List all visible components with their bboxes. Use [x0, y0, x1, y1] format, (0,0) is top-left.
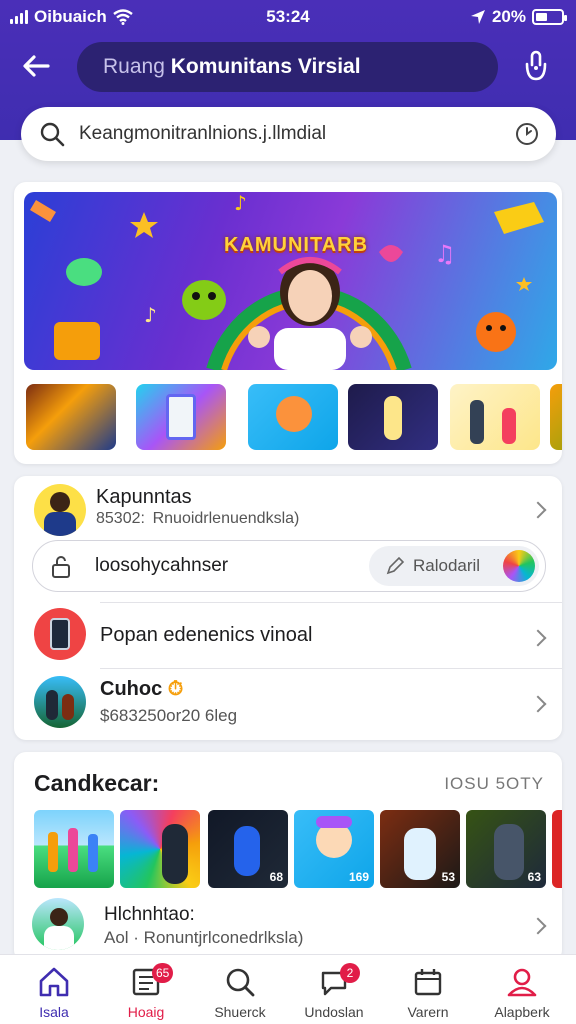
nav-item-home[interactable]: Isala [6, 955, 102, 1024]
nav-label: Undoslan [304, 1004, 364, 1020]
nav-item-search[interactable]: Shuerck [192, 955, 288, 1024]
recommendation-thumbnails: 68 169 53 63 [34, 810, 562, 888]
bottom-navigation: Isala 65 Hoaig Shuerck 2 Undoslan Varern… [0, 954, 576, 1024]
recommendation-thumb[interactable]: 68 [208, 810, 288, 888]
featured-thumb[interactable] [550, 384, 562, 450]
nav-item-feed[interactable]: 65 Hoaig [98, 955, 194, 1024]
chevron-right-icon [529, 501, 547, 519]
divider [100, 602, 562, 603]
divider [100, 668, 562, 669]
banner-illustration: ♪ ♫ ♪ [30, 192, 544, 370]
avatar [34, 676, 86, 728]
notification-badge: 2 [340, 963, 360, 983]
featured-thumb[interactable] [248, 384, 338, 450]
community-row[interactable]: Kapunntas 85302: Rnuoidrlenuendksla) [14, 476, 562, 538]
recommendation-thumb[interactable]: 169 [294, 810, 374, 888]
community-row[interactable]: Popan edenenics vinoal [14, 604, 562, 668]
svg-text:♪: ♪ [234, 192, 247, 215]
search-input[interactable]: Keangmonitranlnions.j.llmdial [79, 123, 326, 145]
featured-thumb[interactable] [26, 384, 116, 450]
chevron-right-icon [529, 629, 547, 647]
location-arrow-icon [470, 10, 485, 24]
recommendations-title: Candkecar: [34, 770, 160, 796]
recommendation-row-title: Hlchnhtao: [104, 904, 195, 925]
community-row-title-text: Cuhoc [100, 678, 163, 700]
featured-thumb[interactable] [450, 384, 540, 450]
touch-icon[interactable] [518, 48, 554, 84]
recommendation-thumb[interactable] [34, 810, 114, 888]
status-bar: Oibuaich 53:24 20% [0, 0, 576, 34]
chevron-right-icon [529, 917, 547, 935]
recommendation-row-subtitle: Aol · Ronuntjrlconedrlksla) [104, 928, 304, 947]
featured-thumb[interactable] [348, 384, 438, 450]
search-bar[interactable]: Keangmonitranlnions.j.llmdial [21, 107, 556, 161]
thumb-count: 53 [441, 870, 455, 884]
featured-banner[interactable]: ♪ ♫ ♪ KAMUNITARB [24, 192, 557, 370]
recommendation-thumb[interactable]: 63 [466, 810, 546, 888]
radio-button-label: Ralodaril [413, 556, 481, 575]
status-right: 20% [470, 7, 567, 27]
battery-percent: 20% [491, 7, 526, 26]
battery-icon [532, 9, 567, 25]
lock-icon [52, 556, 70, 578]
search-icon [40, 122, 65, 147]
nav-item-profile[interactable]: Alapberk [474, 955, 570, 1024]
pen-icon [386, 556, 405, 575]
recommendations-more-link[interactable]: IOSU 5OTY [444, 774, 544, 794]
recommendation-thumb[interactable] [552, 810, 562, 888]
search-icon [226, 968, 255, 997]
timer-icon: ⏱ [167, 678, 184, 700]
avatar [34, 608, 86, 660]
nav-label: Shuerck [214, 1004, 266, 1020]
featured-card: ♪ ♫ ♪ KAMUNITARB [14, 182, 562, 464]
nav-label: Alapberk [494, 1004, 550, 1020]
home-icon [39, 967, 69, 997]
history-icon[interactable] [514, 121, 540, 147]
notification-badge: 65 [152, 963, 174, 983]
featured-thumbnails [26, 384, 562, 450]
nav-item-events[interactable]: Varern [380, 955, 476, 1024]
featured-thumb[interactable] [136, 384, 226, 450]
community-row-title: Cuhoc ⏱ [100, 678, 183, 701]
community-input-value[interactable]: loosohycahnser [95, 555, 228, 577]
radio-button[interactable]: Ralodaril [369, 546, 539, 586]
thumb-count: 169 [348, 870, 369, 884]
avatar [34, 484, 86, 536]
svg-text:♫: ♫ [434, 240, 456, 268]
community-row-title: Popan edenenics vinoal [100, 624, 313, 646]
recommendation-thumb[interactable]: 53 [380, 810, 460, 888]
nav-label: Varern [407, 1004, 449, 1020]
recommendation-thumb[interactable] [120, 810, 200, 888]
community-row-title: Kapunntas [96, 486, 192, 508]
community-row-subtitle: 85302: Rnuoidrlenuendksla) [96, 510, 300, 527]
nav-label: Isala [39, 1004, 69, 1020]
back-arrow-icon[interactable] [18, 48, 54, 84]
community-card: Kapunntas 85302: Rnuoidrlenuendksla) loo… [14, 476, 562, 740]
svg-text:♪: ♪ [144, 303, 157, 327]
page-title: Ruang Komunitans Virsial [77, 42, 498, 92]
community-input[interactable]: loosohycahnser Ralodaril [32, 540, 546, 592]
user-icon [507, 968, 537, 997]
nav-label: Hoaig [127, 1004, 165, 1020]
calendar-icon [414, 969, 442, 996]
banner-title: KAMUNITARB [224, 234, 369, 256]
thumb-count: 63 [527, 870, 541, 884]
page-title-prefix: Ruang [103, 55, 165, 78]
community-row-subtitle: $683250or20 6leg [100, 706, 238, 725]
community-row[interactable]: Cuhoc ⏱ $683250or20 6leg [14, 670, 562, 736]
avatar [32, 898, 84, 950]
chevron-right-icon [529, 695, 547, 713]
recommendations-card: Candkecar: IOSU 5OTY 68 169 53 63 Hlchnh… [14, 752, 562, 962]
nav-item-messages[interactable]: 2 Undoslan [286, 955, 382, 1024]
recommendation-row[interactable]: Hlchnhtao: Aol · Ronuntjrlconedrlksla) [14, 894, 562, 958]
thumb-count: 68 [269, 870, 283, 884]
orb-icon [503, 550, 535, 582]
page-title-main: Komunitans Virsial [170, 55, 361, 78]
